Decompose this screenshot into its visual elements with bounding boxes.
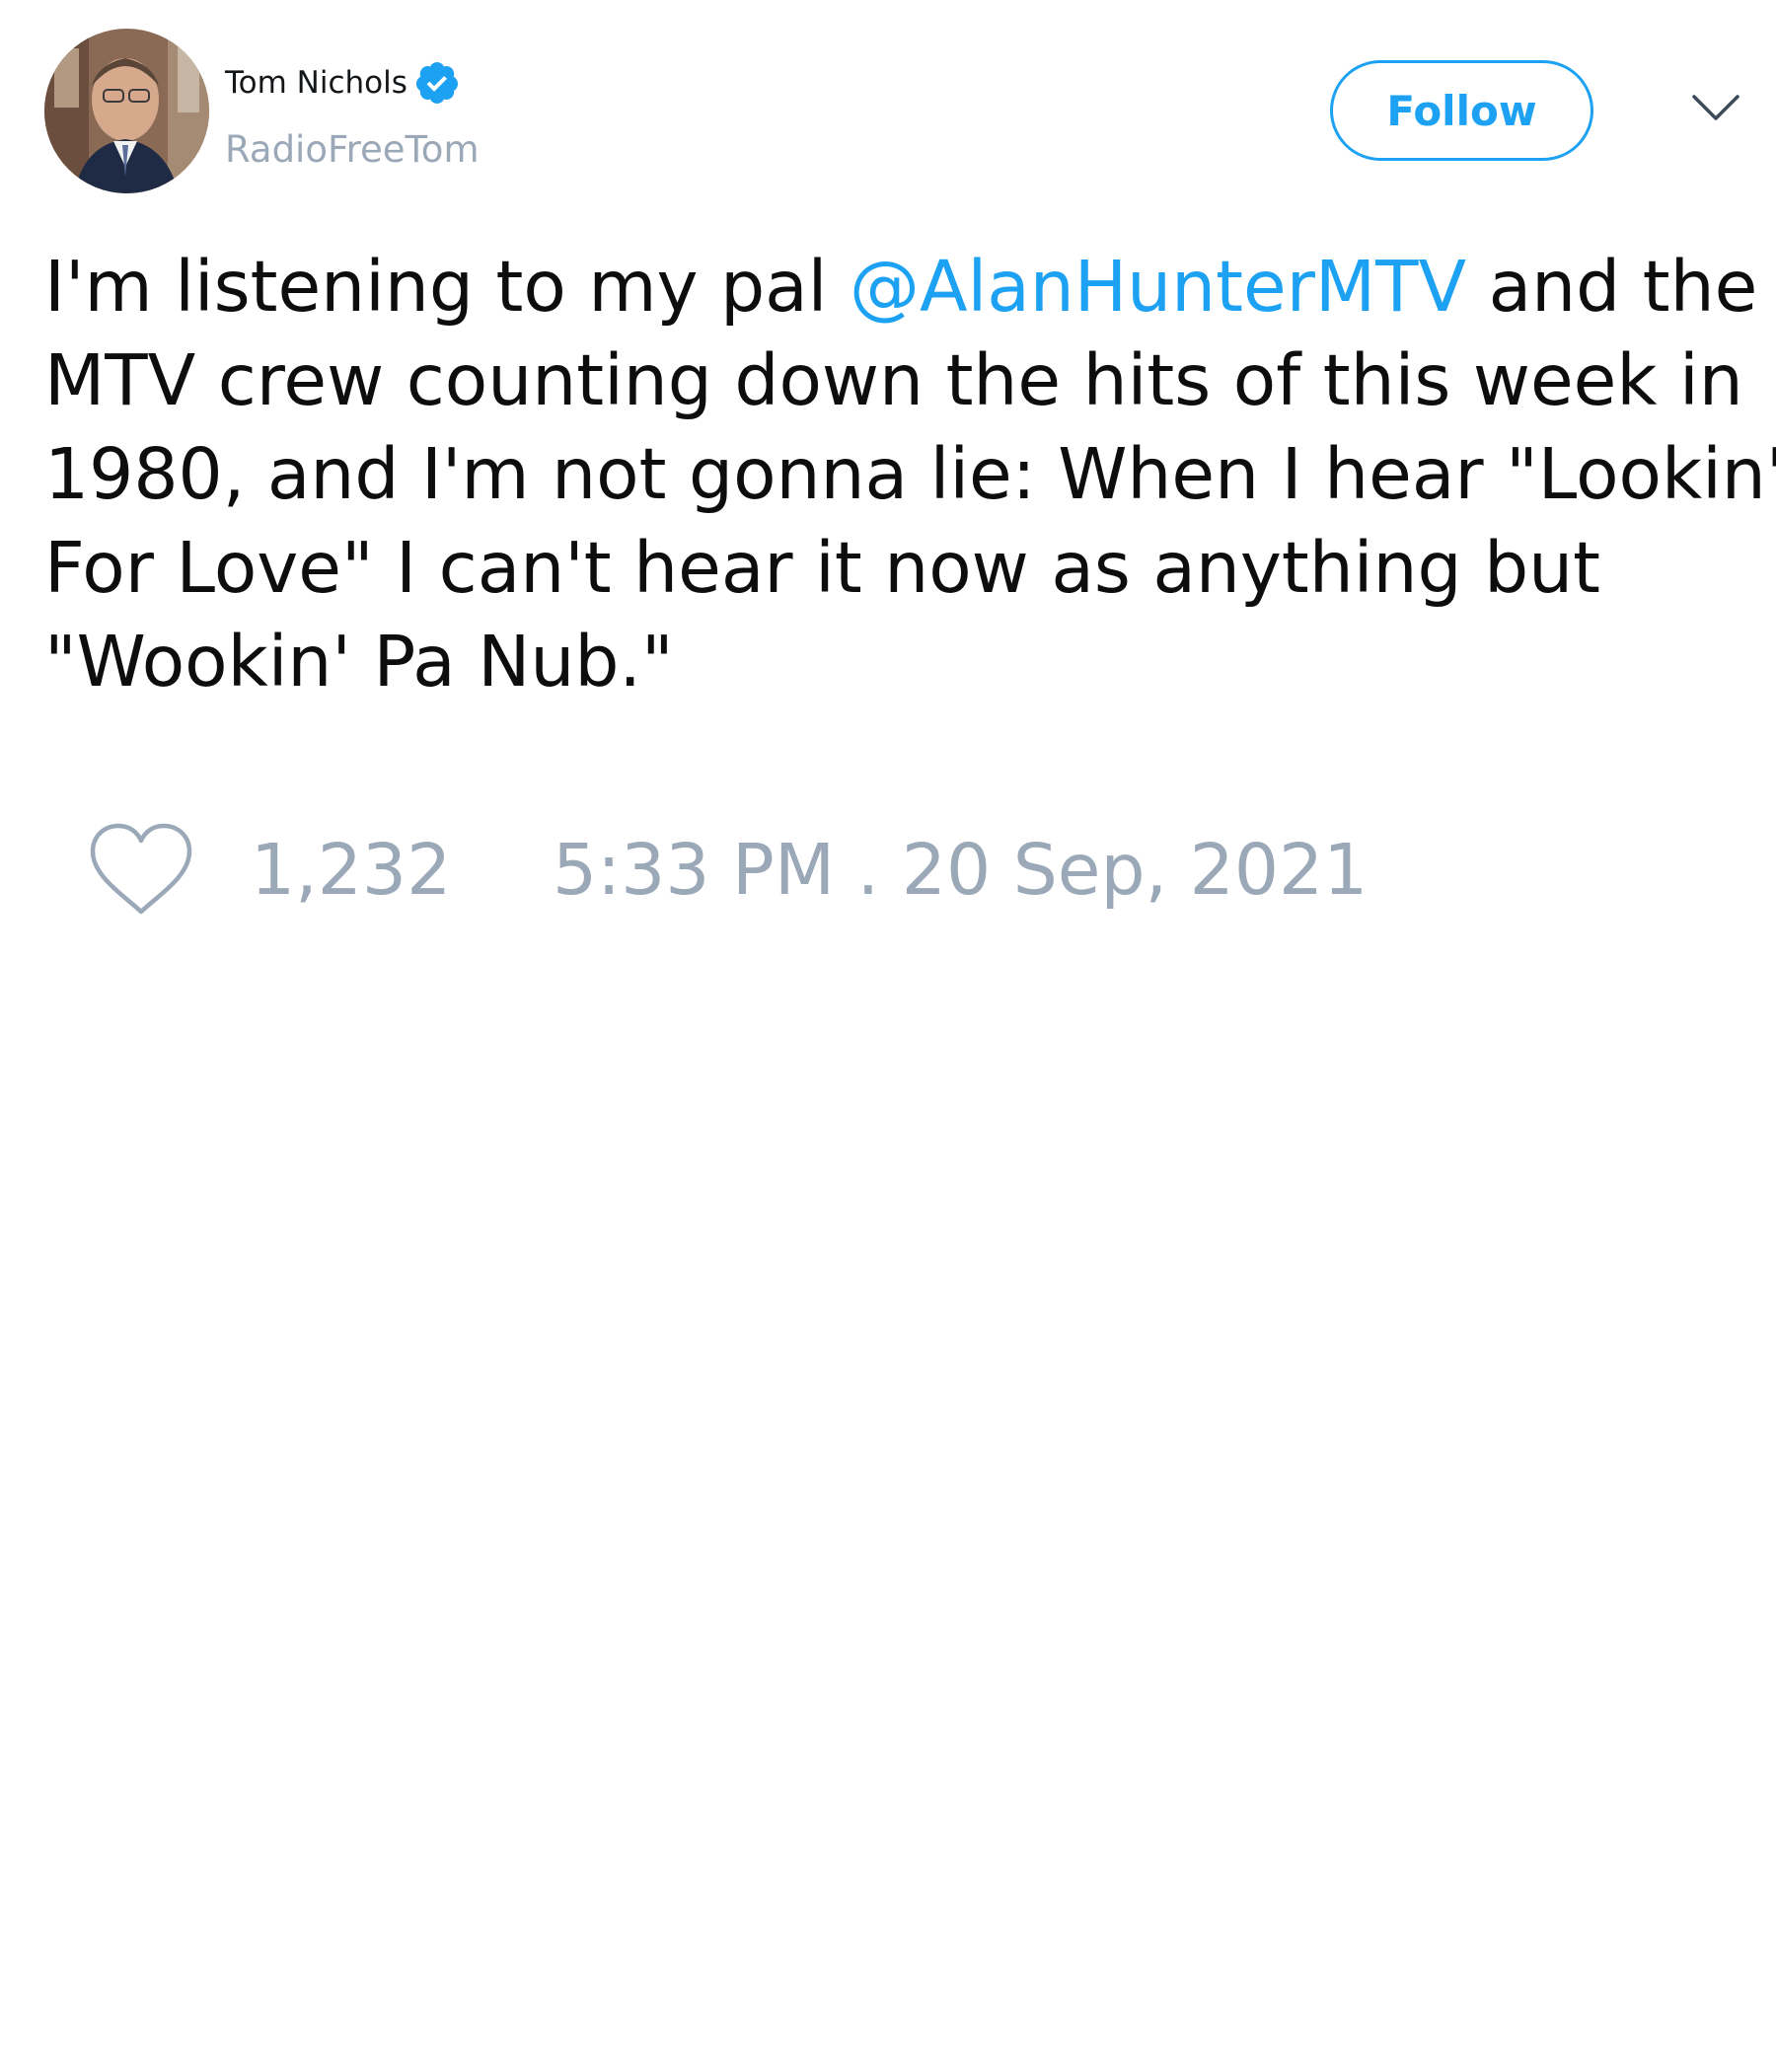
chevron-down-icon[interactable] [1690,87,1741,130]
heart-outline-icon[interactable] [87,821,195,920]
tweet-timestamp[interactable]: 5:33 PM . 20 Sep, 2021 [553,821,1368,920]
mention-link[interactable]: @AlanHunterMTV [850,246,1466,328]
tweet-text-intro: I'm listening to my pal [44,246,850,328]
author-display-name[interactable]: Tom Nichols [225,61,407,105]
like-count: 1,232 [251,829,452,911]
tweet-text: I'm listening to my pal @AlanHunterMTV a… [44,240,1776,708]
avatar-photo [44,29,209,193]
verified-badge-icon [413,59,461,107]
author-handle[interactable]: RadioFreeTom [225,126,479,174]
follow-button[interactable]: Follow [1330,60,1593,161]
author-name-row[interactable]: Tom Nichols [225,61,461,105]
avatar[interactable] [44,29,209,193]
